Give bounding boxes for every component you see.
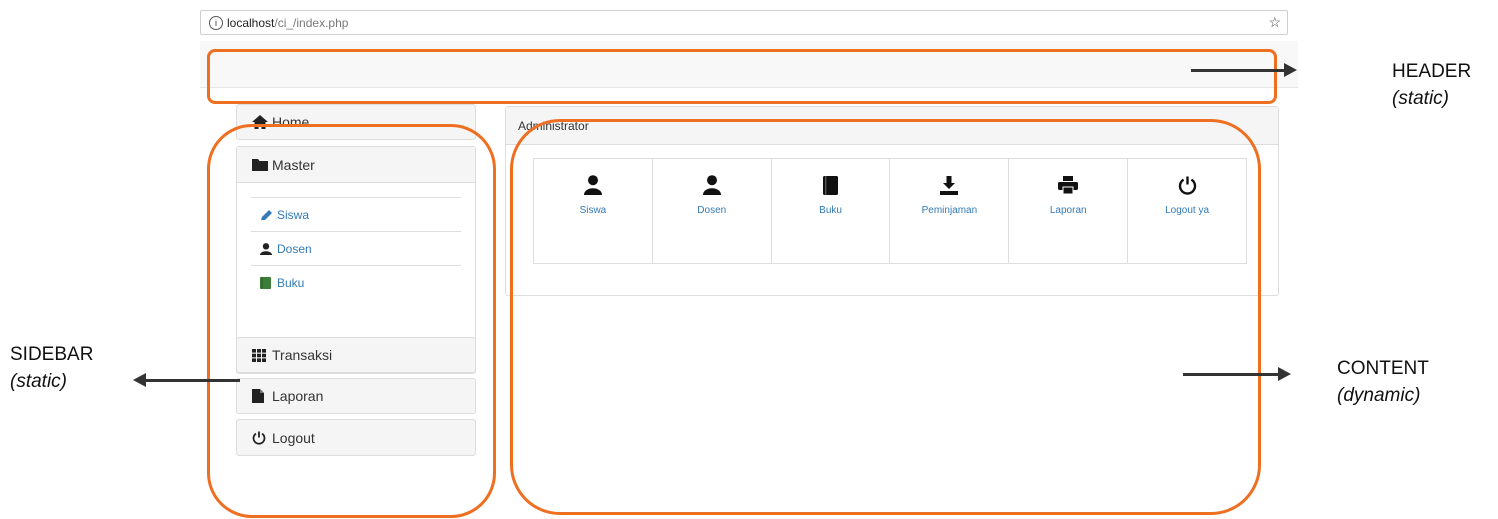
header-outline <box>207 49 1277 104</box>
annotation-note: (dynamic) <box>1337 382 1429 409</box>
url-path: /ci_/index.php <box>274 15 349 30</box>
sidebar-outline <box>207 124 496 518</box>
annotation-note: (static) <box>10 368 93 395</box>
bookmark-star-icon[interactable]: ☆ <box>1268 14 1281 31</box>
sidebar-annotation: SIDEBAR (static) <box>10 341 93 395</box>
annotation-title: SIDEBAR <box>10 344 94 365</box>
content-annotation: CONTENT (dynamic) <box>1337 355 1429 409</box>
annotation-note-text: (static) <box>10 371 67 392</box>
content-arrow <box>1183 367 1291 381</box>
url-host: localhost <box>227 15 275 30</box>
content-outline <box>510 119 1261 515</box>
sidebar-arrow <box>133 373 240 387</box>
annotation-note: (static) <box>1392 85 1471 112</box>
address-bar[interactable]: i localhost/ci_/index.php ☆ <box>200 10 1288 35</box>
header-annotation: HEADER (static) <box>1392 58 1471 112</box>
annotation-note-text: (static) <box>1392 88 1449 109</box>
annotation-title: CONTENT <box>1337 358 1429 379</box>
annotation-title: HEADER <box>1392 61 1472 82</box>
info-icon[interactable]: i <box>209 15 223 30</box>
annotation-note-text: (dynamic) <box>1337 385 1421 406</box>
header-arrow <box>1191 63 1297 77</box>
